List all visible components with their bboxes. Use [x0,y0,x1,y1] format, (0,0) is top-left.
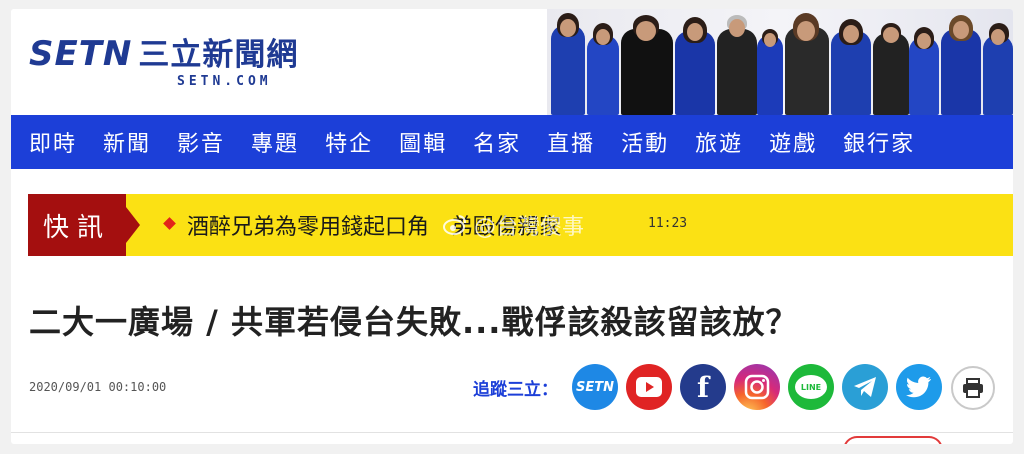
telegram-icon[interactable] [842,364,888,410]
nav-item-gallery[interactable]: 圖輯 [399,126,447,158]
nav-item-travel[interactable]: 旅遊 [695,126,743,158]
line-icon-label: LINE [800,382,822,392]
article-date: 2020/09/01 00:10:00 [29,380,167,394]
breaking-bullet-icon [163,217,176,230]
article-headline: 二大一廣場 / 共軍若侵台失敗...戰俘該殺該留該放？ [29,303,799,341]
twitter-icon[interactable] [896,364,942,410]
logo-chinese-name: 三立新聞網 [138,37,299,73]
nav-item-special[interactable]: 特企 [325,126,373,158]
nav-item-news[interactable]: 新聞 [103,126,151,158]
youtube-icon[interactable] [626,364,672,410]
nav-item-topics[interactable]: 專題 [251,126,299,158]
logo-domain: SETN.COM [177,74,272,89]
weibo-icon [442,212,468,238]
nav-item-live[interactable]: 直播 [547,126,595,158]
weibo-watermark: @台灣傻事 [442,209,584,241]
line-icon[interactable]: LINE [788,364,834,410]
breaking-news-label: 快訊 [28,194,126,256]
nav-item-instant[interactable]: 即時 [29,126,77,158]
print-icon[interactable] [951,366,995,410]
partial-red-button[interactable] [843,436,943,444]
nav-item-columnists[interactable]: 名家 [473,126,521,158]
follow-label: 追蹤三立： [473,380,558,400]
nav-item-events[interactable]: 活動 [621,126,669,158]
nav-item-video[interactable]: 影音 [177,126,225,158]
breaking-news-bar: 快訊 酒醉兄弟為零用錢起口角 弟毆傷親家 11:23 @台灣傻事 [28,194,1013,256]
site-header: SETN 三立新聞網 SETN.COM [11,9,1013,115]
header-banner-image [547,9,1013,115]
setn-icon[interactable]: SETN [572,364,618,410]
site-logo[interactable]: SETN 三立新聞網 SETN.COM [29,29,298,89]
page-frame: SETN 三立新聞網 SETN.COM 即時 新聞 影音 專題 特企 圖輯 名家… [11,9,1013,444]
facebook-icon[interactable]: f [680,364,726,410]
breaking-news-time: 11:23 [648,216,688,231]
logo-setn: SETN [29,34,133,74]
content-divider [11,432,1013,433]
instagram-icon[interactable] [734,364,780,410]
watermark-text: @台灣傻事 [474,215,585,240]
breaking-label-arrow [126,207,140,243]
nav-item-banker[interactable]: 銀行家 [843,126,915,158]
main-nav: 即時 新聞 影音 專題 特企 圖輯 名家 直播 活動 旅遊 遊戲 銀行家 [11,115,1013,169]
facebook-icon-label: f [696,370,710,404]
setn-icon-label: SETN [576,379,614,395]
nav-item-games[interactable]: 遊戲 [769,126,817,158]
